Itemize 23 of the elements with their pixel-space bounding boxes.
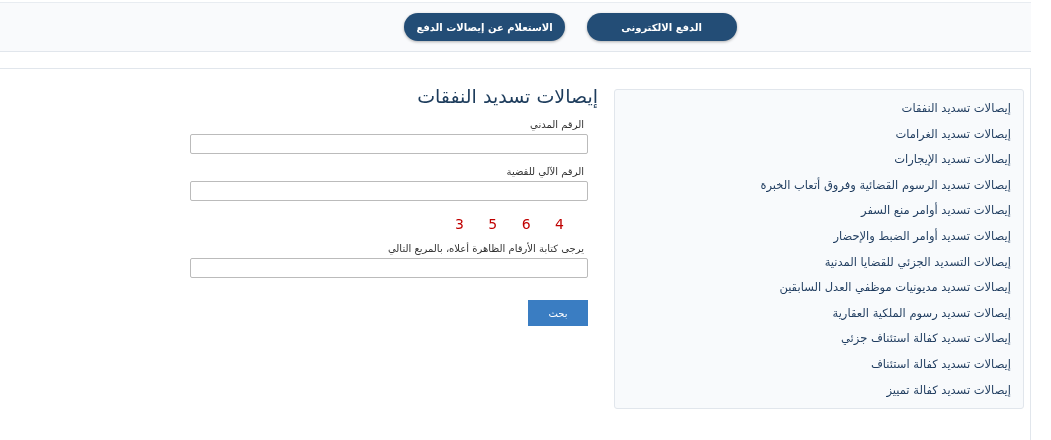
captcha-field[interactable] — [190, 258, 588, 278]
nav-button[interactable]: الدفع الالكترونى — [586, 13, 737, 41]
sidebar-link[interactable]: إيصالات تسديد الإيجارات — [894, 147, 1011, 173]
sidebar-link[interactable]: إيصالات تسديد الغرامات — [895, 121, 1011, 148]
sidebar-link[interactable]: إيصالات تسديد مديونيات موظفي العدل السابقين — [779, 275, 1011, 301]
sidebar-link[interactable]: إيصالات تسديد كفالة استئناف جزئي — [841, 326, 1011, 352]
page-title: إيصالات تسديد النفقات — [417, 85, 598, 107]
sidebar-link[interactable]: إيصالات تسديد أوامر الضبط والإحضار — [833, 223, 1011, 250]
search-button[interactable]: بحث — [528, 300, 588, 326]
sidebar-link[interactable]: إيصالات تسديد الرسوم القضائية وفروق أتعاب الخبرة — [760, 172, 1011, 199]
field-label: الرقم المدني — [530, 119, 584, 130]
nav-button[interactable]: الاستعلام عن إيصالات الدفع — [404, 13, 565, 41]
sidebar-link[interactable]: إيصالات تسديد النفقات — [901, 96, 1011, 122]
sidebar-link[interactable]: إيصالات تسديد أوامر منع السفر — [861, 198, 1011, 224]
field-label: يرجى كتابة الأرقام الظاهرة أعلاه، بالمربع التالي — [387, 243, 584, 254]
sidebar-link[interactable]: إيصالات تسديد كفالة تمييز — [886, 377, 1011, 404]
input-field[interactable] — [190, 134, 588, 154]
input-field[interactable] — [190, 181, 588, 201]
sidebar-link[interactable]: إيصالات التسديد الجزئي للقضايا المدنية — [824, 249, 1011, 276]
sidebar-link[interactable]: إيصالات تسديد رسوم الملكية العقارية — [832, 300, 1011, 327]
sidebar-link[interactable]: إيصالات تسديد كفالة استئناف — [870, 351, 1011, 378]
field-label: الرقم الآلي للقضية — [506, 166, 584, 177]
captcha-image: 3 5 6 4 — [455, 216, 572, 232]
